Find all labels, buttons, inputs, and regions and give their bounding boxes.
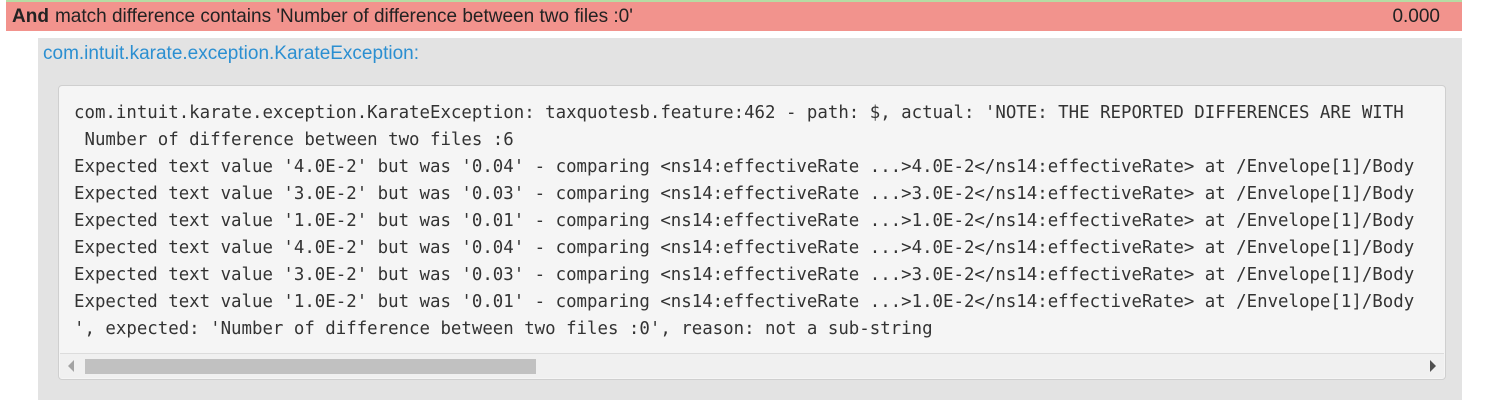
stack-trace-line: Expected text value '4.0E-2' but was '0.… (74, 157, 1415, 177)
step-duration: 0.000 (1392, 5, 1440, 27)
stack-trace-text: com.intuit.karate.exception.KarateExcept… (74, 100, 1414, 343)
stack-trace-line: Expected text value '1.0E-2' but was '0.… (74, 292, 1415, 312)
stack-trace-line: Expected text value '3.0E-2' but was '0.… (74, 184, 1415, 204)
stack-trace-line: Expected text value '4.0E-2' but was '0.… (74, 238, 1415, 258)
stack-trace-line: Expected text value '1.0E-2' but was '0.… (74, 211, 1415, 231)
scroll-left-arrow-icon[interactable] (68, 360, 74, 372)
failed-step-row: And match difference contains 'Number of… (6, 0, 1462, 31)
stack-trace-line: Number of difference between two files :… (74, 130, 514, 150)
step-keyword: And (12, 5, 49, 27)
stack-trace-line: Expected text value '3.0E-2' but was '0.… (74, 265, 1415, 285)
stack-trace-line: com.intuit.karate.exception.KarateExcept… (74, 103, 1404, 123)
scroll-right-arrow-icon[interactable] (1430, 360, 1436, 372)
step-text: match difference contains 'Number of dif… (54, 5, 633, 27)
error-panel: com.intuit.karate.exception.KarateExcept… (38, 38, 1462, 400)
stack-trace-box[interactable]: com.intuit.karate.exception.KarateExcept… (58, 85, 1446, 380)
stack-trace-line: ', expected: 'Number of difference betwe… (74, 319, 933, 339)
horizontal-scrollbar[interactable] (60, 353, 1444, 378)
scroll-thumb[interactable] (85, 359, 536, 374)
exception-title-link[interactable]: com.intuit.karate.exception.KarateExcept… (43, 43, 419, 65)
